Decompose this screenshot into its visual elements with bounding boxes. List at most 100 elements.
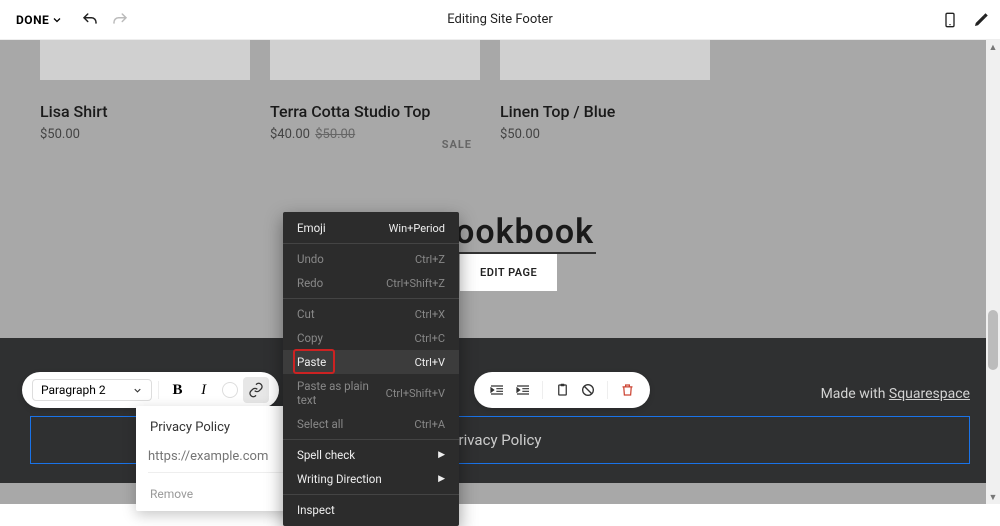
undo-button[interactable] [81, 11, 99, 29]
product-card[interactable]: Lisa Shirt $50.00 [40, 40, 250, 142]
context-menu-item-label: Inspect [297, 503, 335, 517]
product-name: Terra Cotta Studio Top [270, 102, 480, 121]
editor-canvas: Lisa Shirt $50.00 Terra Cotta Studio Top… [0, 40, 1000, 504]
toolbar-divider [542, 381, 543, 399]
no-symbol-icon [580, 382, 596, 398]
text-style-label: Paragraph 2 [41, 383, 106, 397]
made-with-link[interactable]: Squarespace [889, 386, 970, 402]
submenu-arrow-icon: ▶ [438, 450, 445, 460]
context-menu: Emoji Win+Period Undo Ctrl+Z Redo Ctrl+Shift+… [283, 212, 459, 526]
context-menu-shortcut: Ctrl+V [415, 356, 445, 369]
undo-icon [81, 11, 99, 29]
context-menu-item-spell-check[interactable]: Spell check ▶ [283, 443, 459, 467]
context-menu-item-paste[interactable]: Paste Ctrl+V [283, 350, 459, 374]
lookbook-section: 0 Lookbook EDIT PAGE [0, 212, 1000, 254]
topbar-right [942, 10, 990, 30]
link-icon [248, 382, 264, 398]
product-image [500, 40, 710, 80]
product-card[interactable]: Terra Cotta Studio Top $40.00 $50.00 SAL… [270, 40, 480, 142]
context-menu-item-emoji[interactable]: Emoji Win+Period [283, 216, 459, 240]
clear-format-button[interactable] [575, 377, 601, 403]
outdent-icon [489, 382, 505, 398]
context-menu-item-label: Copy [297, 331, 323, 345]
link-button[interactable] [243, 377, 269, 403]
context-menu-shortcut: Ctrl+C [414, 332, 445, 345]
context-menu-item-inspect[interactable]: Inspect [283, 498, 459, 522]
sale-badge: SALE [442, 138, 472, 151]
context-menu-separator [283, 494, 459, 495]
color-swatch-icon [222, 382, 238, 398]
toolbar-divider [158, 381, 159, 399]
paintbrush-icon[interactable] [972, 11, 990, 29]
trash-icon [620, 382, 635, 398]
product-price: $50.00 [500, 127, 710, 142]
editor-topbar: DONE Editing Site Footer [0, 0, 1000, 40]
clipboard-icon [555, 382, 570, 398]
context-menu-item-label: Paste [297, 355, 326, 369]
context-menu-shortcut: Ctrl+Shift+V [386, 387, 445, 400]
chevron-down-icon [51, 14, 63, 26]
italic-button[interactable]: I [191, 377, 217, 403]
product-image [40, 40, 250, 80]
context-menu-item-label: Emoji [297, 221, 326, 235]
scrollbar-thumb[interactable] [988, 310, 998, 370]
product-grid: Lisa Shirt $50.00 Terra Cotta Studio Top… [0, 40, 1000, 142]
selected-text-content: rivacy Policy [459, 431, 542, 449]
product-card[interactable]: Linen Top / Blue $50.00 [500, 40, 710, 142]
context-menu-item-label: Select all [297, 417, 343, 431]
product-name: Linen Top / Blue [500, 102, 710, 121]
product-price-old: $50.00 [315, 127, 355, 142]
made-with-prefix: Made with [821, 386, 889, 402]
topbar-title: Editing Site Footer [447, 12, 553, 27]
context-menu-shortcut: Win+Period [389, 222, 445, 235]
context-menu-shortcut: Ctrl+Shift+Z [386, 277, 445, 290]
product-image [270, 40, 480, 80]
link-remove-button[interactable]: Remove [150, 487, 193, 501]
redo-icon [111, 11, 129, 29]
context-menu-item-label: Spell check [297, 448, 355, 462]
scroll-down-arrow[interactable]: ▼ [986, 490, 1000, 504]
page-area: Lisa Shirt $50.00 Terra Cotta Studio Top… [0, 40, 1000, 504]
done-button[interactable]: DONE [10, 9, 69, 31]
context-menu-item-copy: Copy Ctrl+C [283, 326, 459, 350]
context-menu-separator [283, 243, 459, 244]
text-style-select[interactable]: Paragraph 2 [32, 379, 152, 401]
context-menu-item-select-all: Select all Ctrl+A [283, 412, 459, 436]
text-toolbar-extra [474, 372, 650, 408]
chevron-down-icon [132, 385, 143, 396]
redo-button[interactable] [111, 11, 129, 29]
context-menu-shortcut: Ctrl+A [414, 418, 445, 431]
outdent-button[interactable] [484, 377, 510, 403]
done-label: DONE [16, 13, 49, 27]
toolbar-divider [607, 381, 608, 399]
context-menu-item-label: Undo [297, 252, 324, 266]
context-menu-item-redo: Redo Ctrl+Shift+Z [283, 271, 459, 295]
edit-page-button[interactable]: EDIT PAGE [460, 254, 557, 291]
scroll-up-arrow[interactable]: ▲ [986, 40, 1000, 54]
context-menu-shortcut: Ctrl+Z [415, 253, 445, 266]
vertical-scrollbar[interactable]: ▲ ▼ [986, 40, 1000, 504]
delete-button[interactable] [614, 377, 640, 403]
product-price-current: $40.00 [270, 127, 310, 142]
mobile-preview-icon[interactable] [942, 10, 958, 30]
context-menu-item-cut: Cut Ctrl+X [283, 302, 459, 326]
text-toolbar: Paragraph 2 B I [22, 372, 279, 408]
context-menu-item-label: Writing Direction [297, 472, 382, 486]
product-price: $50.00 [40, 127, 250, 142]
made-with: Made with Squarespace [821, 386, 970, 402]
context-menu-item-label: Cut [297, 307, 315, 321]
context-menu-separator [283, 439, 459, 440]
product-name: Lisa Shirt [40, 102, 250, 121]
context-menu-item-label: Paste as plain text [297, 379, 386, 407]
context-menu-shortcut: Ctrl+X [415, 308, 445, 321]
clipboard-button[interactable] [549, 377, 575, 403]
indent-button[interactable] [510, 377, 536, 403]
bold-button[interactable]: B [165, 377, 191, 403]
context-menu-item-label: Redo [297, 276, 323, 290]
context-menu-separator [283, 298, 459, 299]
context-menu-item-writing-direction[interactable]: Writing Direction ▶ [283, 467, 459, 491]
text-color-button[interactable] [217, 377, 243, 403]
indent-icon [515, 382, 531, 398]
context-menu-item-undo: Undo Ctrl+Z [283, 247, 459, 271]
submenu-arrow-icon: ▶ [438, 474, 445, 484]
